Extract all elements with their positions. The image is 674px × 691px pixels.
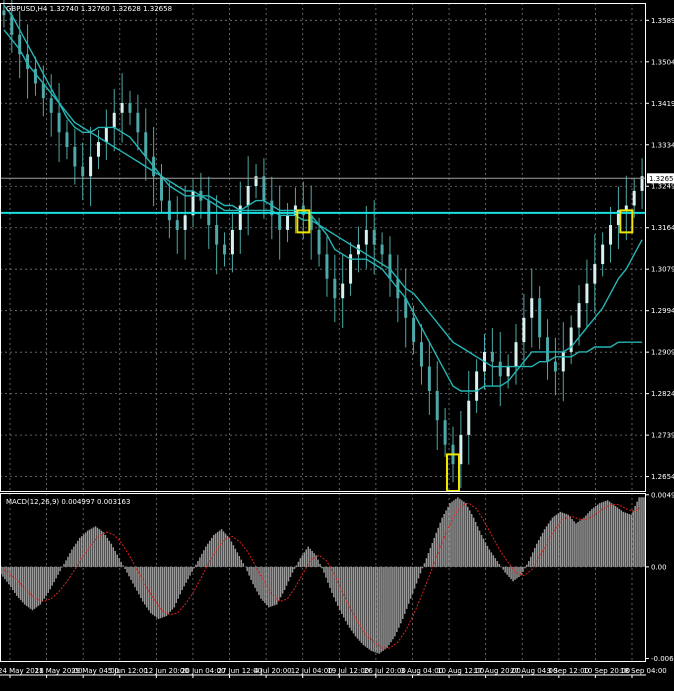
candle-body — [593, 264, 597, 284]
candle-body — [380, 244, 384, 255]
candle-body — [514, 342, 518, 367]
candle-body — [467, 400, 471, 435]
y-tick-label: 1.30795 — [651, 266, 674, 274]
candle-body — [175, 220, 179, 230]
candle-body — [325, 254, 329, 279]
candle-body — [230, 229, 234, 255]
candle-body — [286, 215, 290, 230]
main-chart-title: GBPUSD,H4 1.32740 1.32760 1.32628 1.3265… — [6, 5, 172, 13]
y-tick-label: 1.35045 — [651, 58, 674, 66]
candle-body — [317, 229, 321, 255]
candle-body — [215, 225, 219, 245]
macd-y-tick-label: 0.00 — [651, 563, 667, 571]
candle-body — [412, 317, 416, 343]
x-tick-label: 4 Jul 20:00 — [254, 667, 292, 675]
macd-y-tick-label: 0.004977 — [651, 491, 674, 499]
chart-canvas: 1.35895 1.35045 1.34195 1.33345 1.32495 1.316… — [0, 0, 674, 687]
x-tick-label: 5 Jun 12:00 — [108, 667, 148, 675]
candle-body — [475, 371, 479, 401]
candle-body — [372, 229, 376, 245]
candle-body — [81, 166, 85, 177]
candle-body — [136, 112, 140, 133]
y-tick-label: 1.31645 — [651, 224, 674, 232]
y-tick-label: 1.26545 — [651, 473, 674, 481]
y-tick-label: 1.28245 — [651, 390, 674, 398]
candle-body — [443, 420, 447, 445]
candle-body — [435, 390, 439, 421]
candle-body — [419, 342, 423, 367]
candle-body — [191, 190, 195, 216]
candle-body — [506, 366, 510, 377]
candle-body — [530, 298, 534, 318]
candle-body — [577, 303, 581, 328]
candle-body — [96, 142, 100, 157]
candle-body — [2, 10, 6, 16]
candle-body — [65, 132, 69, 147]
candle-body — [490, 351, 494, 362]
candle-body — [609, 225, 613, 245]
y-tick-label: 1.29095 — [651, 349, 674, 357]
candle-body — [333, 278, 337, 299]
candle-body — [553, 361, 557, 372]
macd-y-tick-label: -0.006329 — [651, 655, 674, 663]
y-tick-label: 1.27395 — [651, 432, 674, 440]
y-tick-label: 1.34195 — [651, 100, 674, 108]
candle-body — [160, 176, 163, 201]
candle-body — [538, 298, 542, 338]
macd-title: MACD(12,26,9) 0.004997 0.003163 — [6, 498, 130, 506]
candle-body — [585, 283, 589, 304]
candle-body — [388, 254, 392, 279]
candle-body — [278, 215, 282, 230]
candle-body — [128, 103, 132, 113]
candle-body — [120, 103, 124, 113]
candle-body — [144, 132, 148, 157]
candle-body — [262, 176, 266, 201]
y-tick-label: 1.32495 — [651, 183, 674, 191]
y-tick-label: 1.29945 — [651, 307, 674, 315]
candle-body — [223, 244, 227, 255]
candle-body — [561, 351, 565, 372]
candle-body — [601, 244, 605, 265]
candle-body — [341, 283, 345, 299]
candle-body — [33, 68, 37, 84]
candle-body — [364, 229, 368, 245]
candle-body — [73, 146, 77, 167]
candle-body — [427, 366, 431, 391]
candle-body — [183, 215, 187, 230]
candle-body — [522, 317, 526, 343]
candle-body — [89, 156, 93, 177]
candle-body — [632, 190, 636, 206]
candle-body — [246, 186, 250, 206]
candle-body — [254, 176, 258, 186]
candle-body — [167, 200, 171, 221]
chart-window: 1.35895 1.35045 1.34195 1.33345 1.32495 1.316… — [0, 0, 674, 687]
candle-body — [104, 127, 108, 143]
candle-body — [57, 112, 61, 133]
candle-body — [546, 337, 550, 362]
current-price-label: 1.32658 — [649, 175, 674, 183]
candle-body — [49, 98, 53, 113]
candle-body — [498, 361, 502, 377]
x-tick-label: 18 Sep 04:00 — [620, 667, 667, 675]
y-tick-label: 1.35895 — [651, 17, 674, 25]
y-tick-label: 1.33345 — [651, 141, 674, 149]
candle-body — [112, 112, 116, 128]
